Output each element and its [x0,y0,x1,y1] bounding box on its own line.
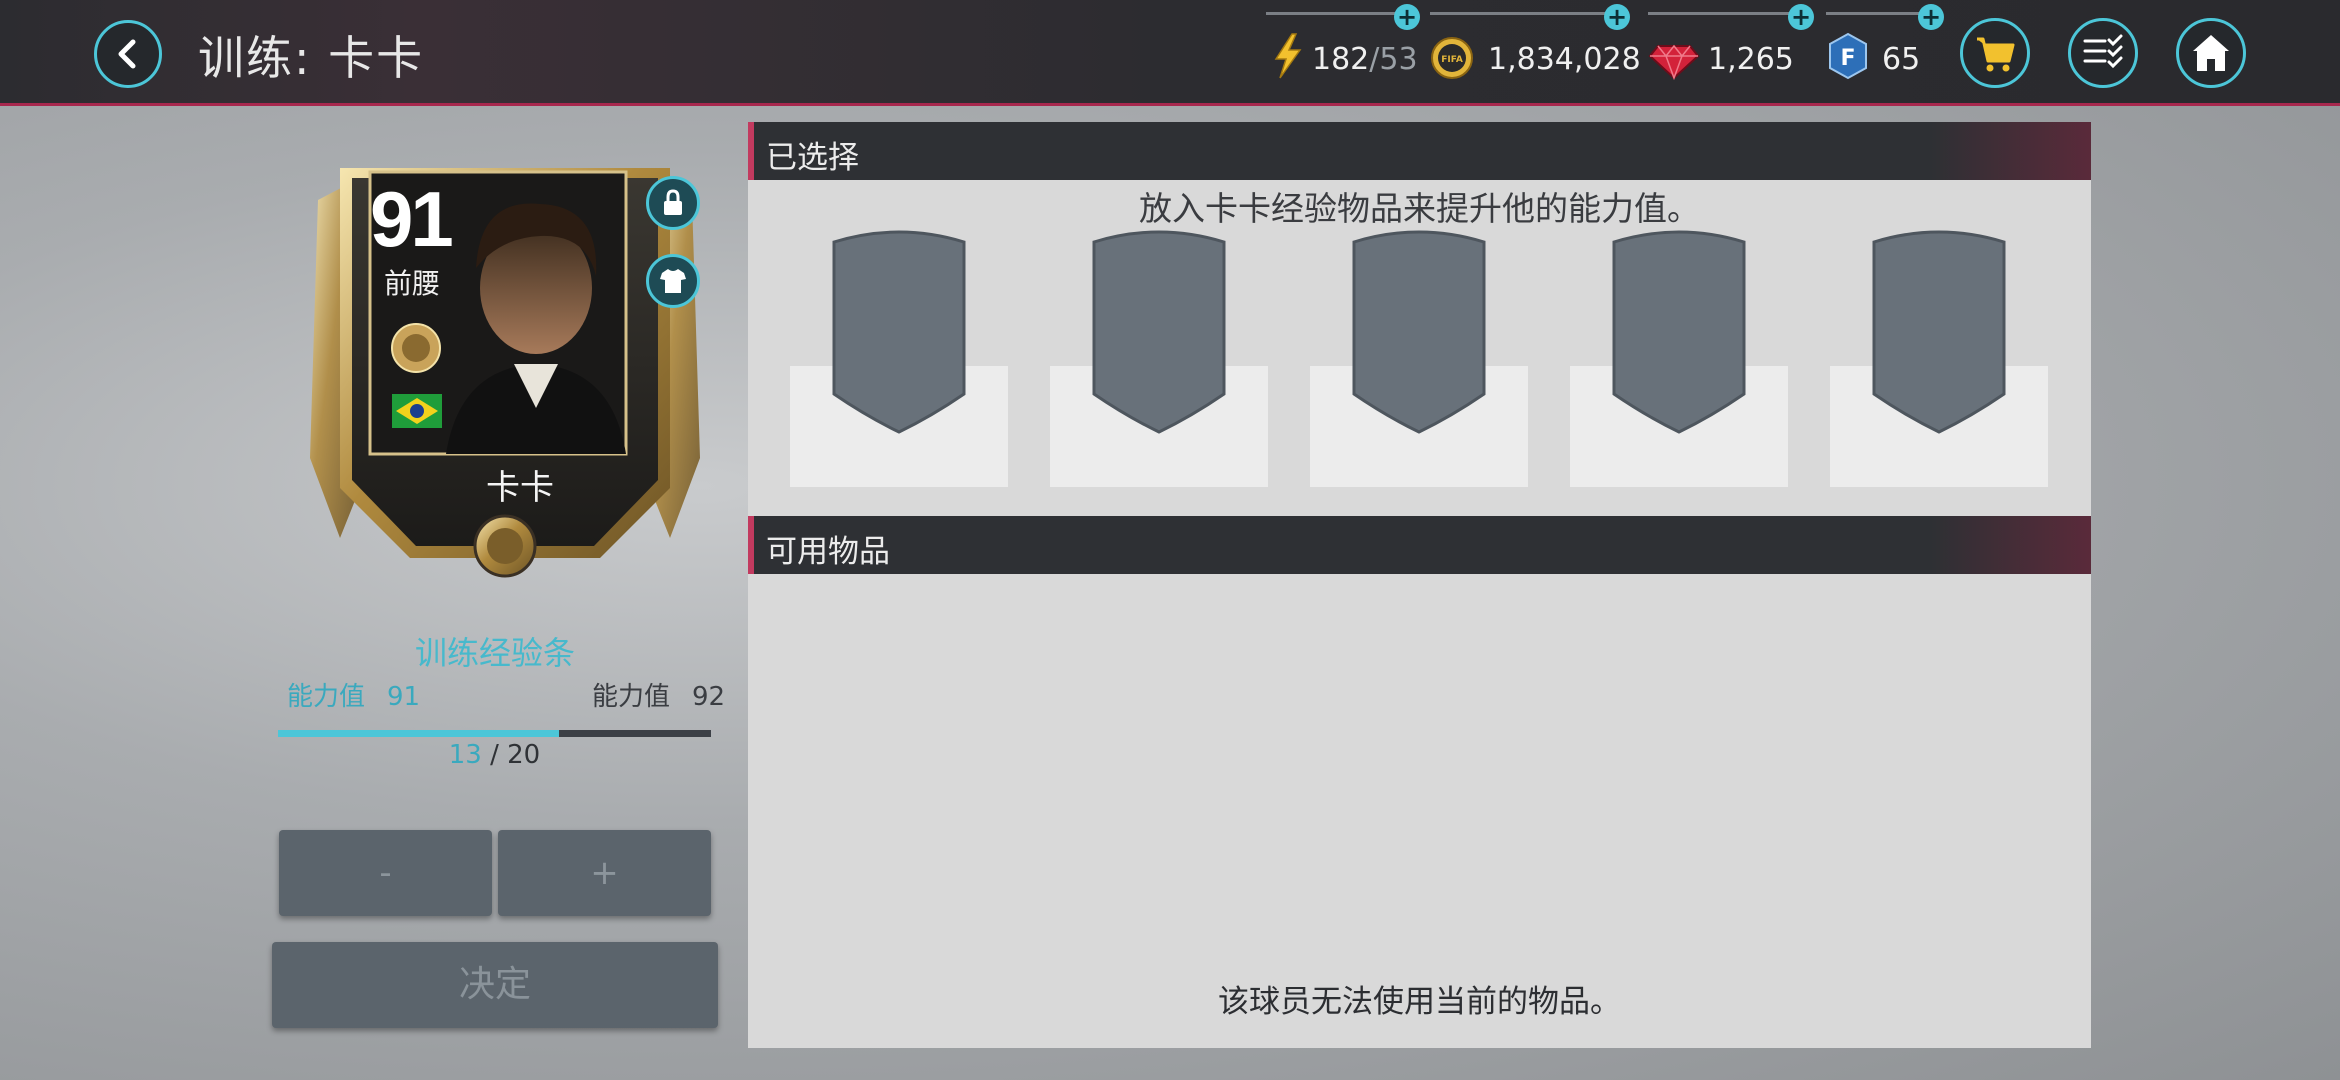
empty-card-slot-icon [832,230,966,434]
cart-icon [1977,37,2015,72]
card-player-name: 卡卡 [486,468,554,508]
empty-slot[interactable] [1050,226,1268,487]
tasks-button[interactable] [2068,18,2138,88]
store-button[interactable] [1960,18,2030,88]
current-stat-value: 91 [387,682,421,712]
empty-items-message: 该球员无法使用当前的物品。 [1218,984,1621,1020]
selected-panel-title: 已选择 [766,140,859,176]
add-gems-button[interactable]: + [1788,4,1814,30]
exp-count: 13 / 20 [448,740,541,770]
confirm-button[interactable]: 决定 [272,942,718,1028]
lightning-icon [1274,33,1302,79]
exp-progress-fill [278,730,560,737]
divider [1648,12,1796,15]
card-rating: 91 [370,175,454,263]
gems-value: 1,265 [1708,42,1794,77]
empty-card-slot-icon [1872,230,2006,434]
kit-button[interactable] [646,254,700,308]
svg-text:F: F [1840,46,1855,71]
checklist-icon [2083,34,2123,69]
selected-panel-header: 已选择 [748,122,2091,180]
add-energy-button[interactable]: + [1394,4,1420,30]
home-icon [2193,35,2229,71]
empty-slot[interactable] [1570,226,1788,487]
points-value: 65 [1882,42,1921,77]
add-coins-button[interactable]: + [1604,4,1630,30]
empty-slot[interactable] [790,226,1008,487]
player-card[interactable]: 91 前腰 卡卡 [300,158,710,578]
items-panel-title: 可用物品 [766,534,890,570]
divider [1430,12,1612,15]
empty-card-slot-icon [1352,230,1486,434]
gem-icon [1648,44,1700,80]
items-panel: 可用物品 该球员无法使用当前的物品。 [748,516,2091,1048]
empty-slot[interactable] [1310,226,1528,487]
home-button[interactable] [2176,18,2246,88]
next-stat: 能力值 92 [592,676,725,713]
next-stat-value: 92 [692,682,726,712]
kit-shirt-icon [660,269,686,293]
gem-counter: + 1,265 [1648,4,1814,98]
back-button[interactable] [94,20,162,88]
selected-panel: 已选择 放入卡卡经验物品来提升他的能力值。 [748,122,2091,558]
empty-slot[interactable] [1830,226,2048,487]
divider [1266,12,1402,15]
add-points-button[interactable]: + [1918,4,1944,30]
coin-counter: + FIFA 1,834,028 [1430,4,1641,98]
items-panel-body: 该球员无法使用当前的物品。 [748,574,2091,1048]
divider [1826,12,1926,15]
top-bar: 训练: 卡卡 + 182/53 + FIFA 1,834,028 + 1,265… [0,0,2340,106]
energy-value: 182/53 [1312,42,1418,77]
lock-button[interactable] [646,176,700,230]
empty-card-slot-icon [1092,230,1226,434]
exp-progress-bar [278,730,711,737]
points-counter: + F 65 [1826,4,1944,98]
card-frame-graphic [310,168,700,578]
decrease-button[interactable]: - [279,830,492,916]
coin-icon: FIFA [1431,37,1473,79]
selected-hint: 放入卡卡经验物品来提升他的能力值。 [1139,189,1700,228]
selected-panel-body: 放入卡卡经验物品来提升他的能力值。 [748,180,2091,558]
coins-value: 1,834,028 [1488,42,1641,77]
fifa-points-icon: F [1829,32,1867,80]
page-title: 训练: 卡卡 [198,31,425,85]
next-stat-label: 能力值 [592,682,671,712]
current-stat: 能力值 91 [287,676,420,713]
empty-card-slot-icon [1612,230,1746,434]
svg-text:FIFA: FIFA [1441,55,1463,65]
card-position: 前腰 [384,267,441,300]
increase-button[interactable]: + [498,830,711,916]
energy-counter: + 182/53 [1266,4,1420,98]
training-exp-title: 训练经验条 [414,634,575,672]
lock-icon [664,189,682,215]
items-panel-header: 可用物品 [748,516,2091,574]
back-arrow-icon [118,39,136,69]
current-stat-label: 能力值 [287,682,366,712]
